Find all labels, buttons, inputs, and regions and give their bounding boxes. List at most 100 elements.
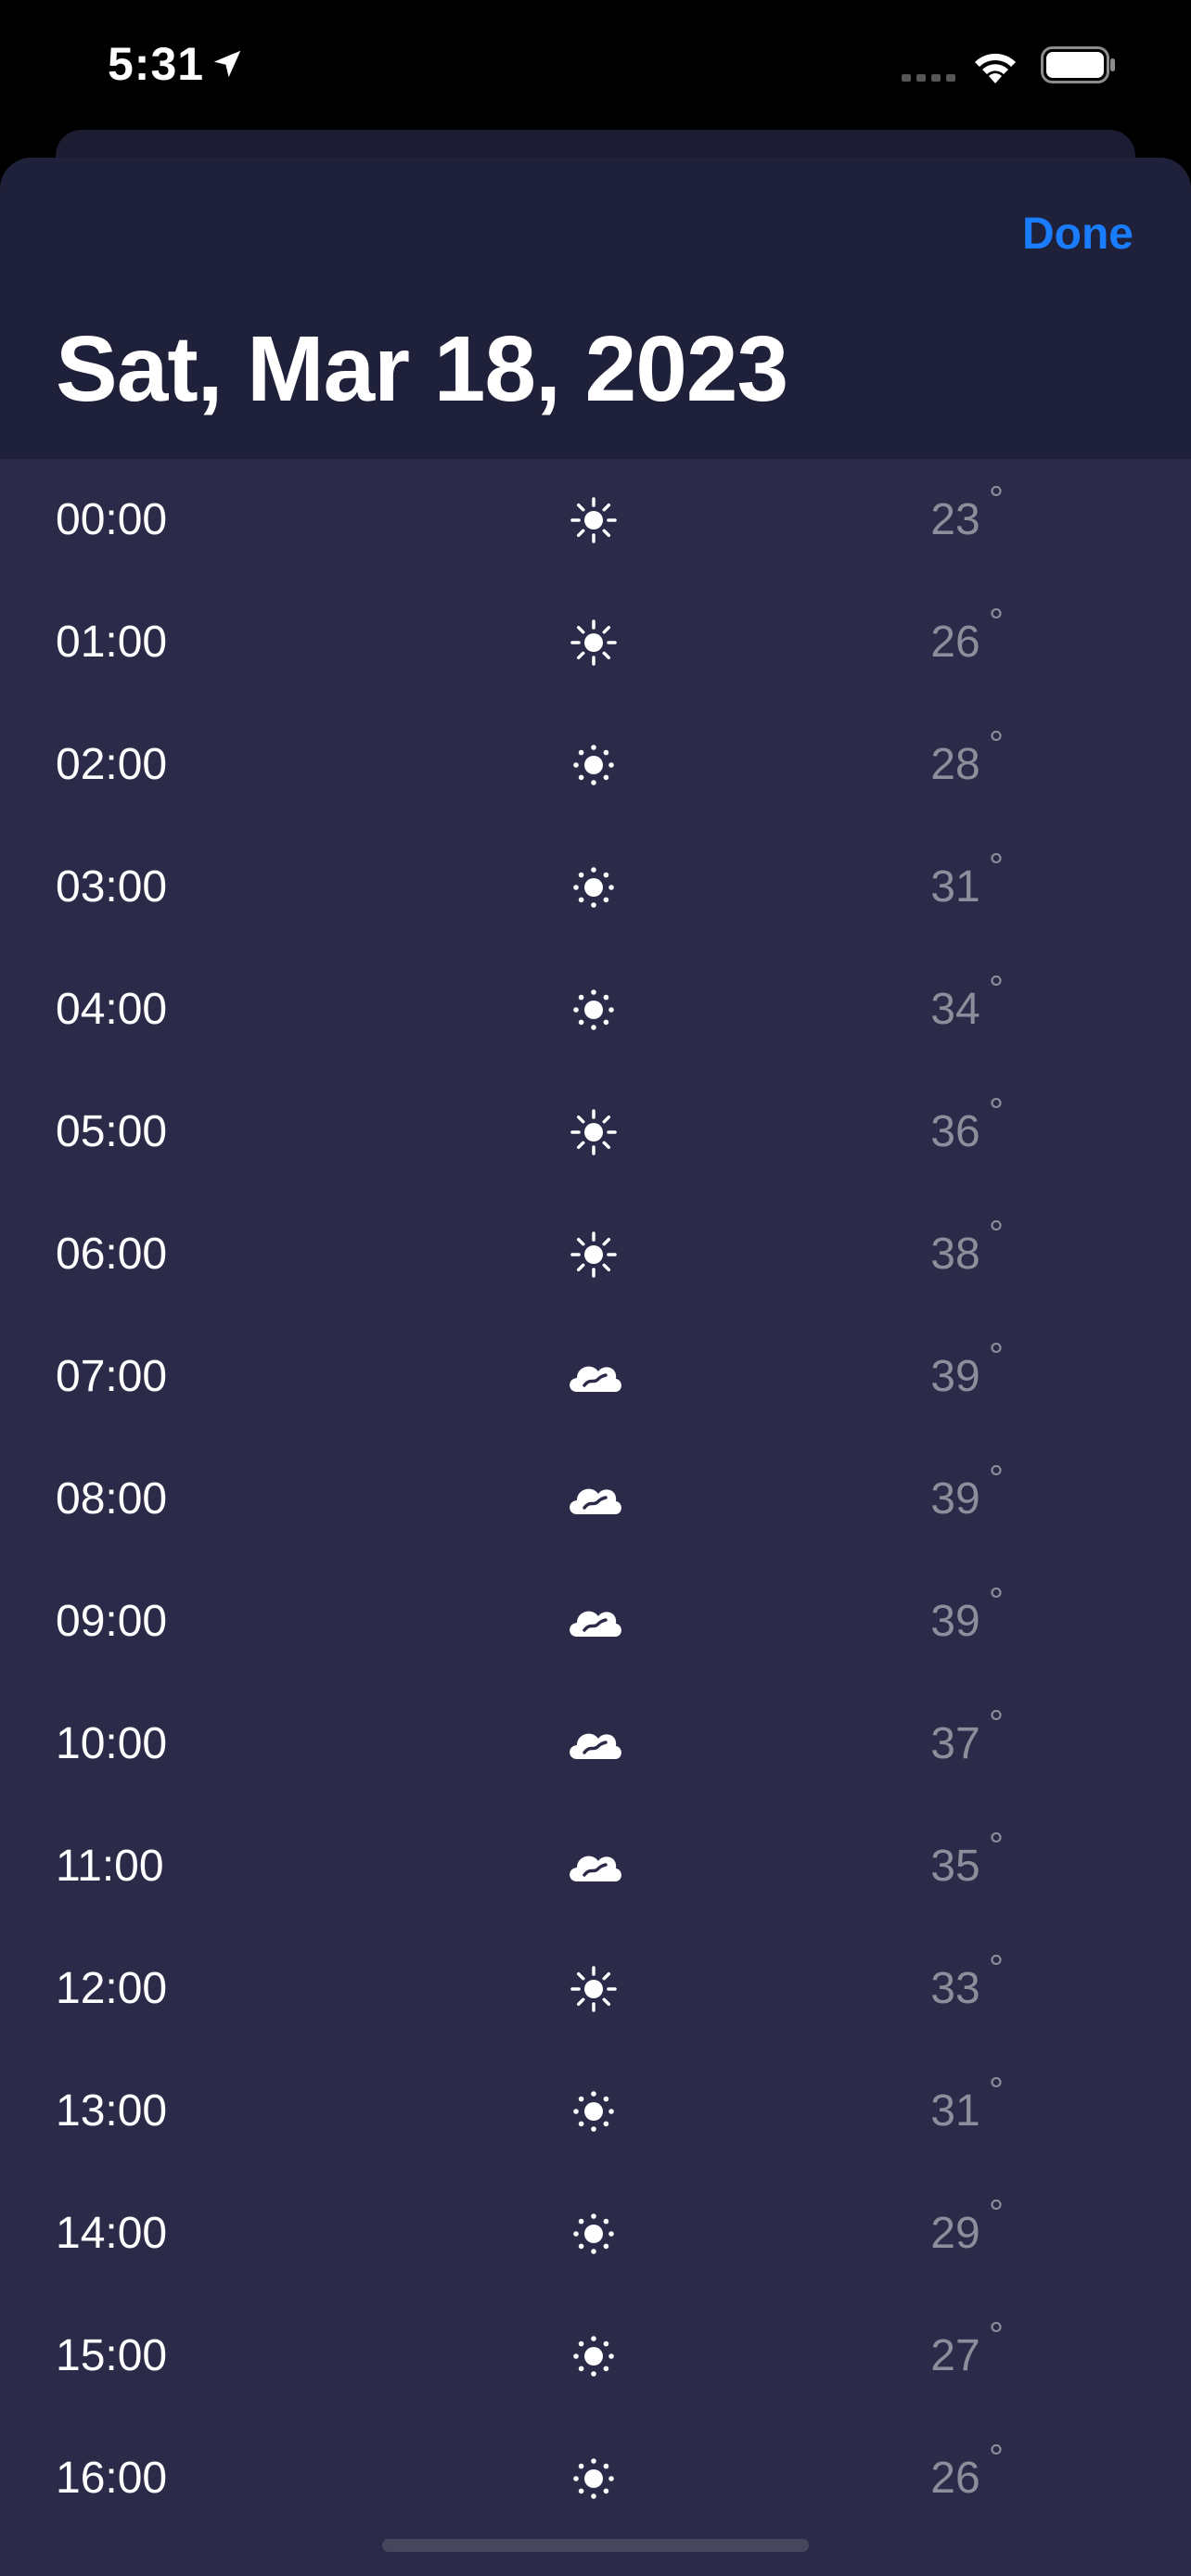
temperature-value: 35	[930, 1842, 980, 1891]
temperature-value: 31	[930, 2086, 980, 2136]
temperature-value: 23	[930, 495, 980, 544]
degree-symbol: °	[989, 1091, 1004, 1132]
hour-row: 16:00 26 °	[0, 2417, 1191, 2540]
hour-time: 09:00	[56, 1597, 168, 1646]
location-arrow-icon	[213, 50, 241, 78]
hour-row: 04:00 34 °	[0, 949, 1191, 1071]
temperature-value: 33	[930, 1964, 980, 2013]
temperature-value: 38	[930, 1230, 980, 1279]
degree-symbol: °	[989, 1581, 1004, 1622]
hour-row: 05:00 36 °	[0, 1071, 1191, 1193]
sun-dotted-icon	[573, 745, 614, 785]
temperature-value: 36	[930, 1107, 980, 1156]
battery-icon	[1041, 46, 1115, 83]
hourly-forecast-sheet: Done Sat, Mar 18, 2023 00:00 23 ° 01:00 26 ° 0…	[0, 158, 1191, 2576]
temperature-value: 39	[930, 1474, 980, 1524]
hour-row: 02:00 28 °	[0, 704, 1191, 826]
hour-temperature: 23 °	[890, 479, 1020, 544]
hour-temperature: 31 °	[890, 2071, 1020, 2136]
hour-time: 02:00	[56, 740, 168, 789]
hour-time: 15:00	[56, 2331, 168, 2380]
sun-icon	[570, 497, 617, 543]
sun-dotted-icon	[573, 2458, 614, 2499]
degree-symbol: °	[989, 602, 1004, 643]
degree-symbol: °	[989, 2438, 1004, 2479]
done-button[interactable]: Done	[1022, 209, 1133, 260]
hour-time: 12:00	[56, 1964, 168, 2013]
hour-time: 05:00	[56, 1107, 168, 1156]
degree-symbol: °	[989, 1826, 1004, 1867]
hour-temperature: 28 °	[890, 724, 1020, 789]
hour-row: 01:00 26 °	[0, 581, 1191, 704]
hour-time: 16:00	[56, 2454, 168, 2503]
hour-time: 08:00	[56, 1474, 168, 1524]
hour-temperature: 26 °	[890, 2438, 1020, 2503]
sun-dotted-icon	[573, 2091, 614, 2132]
home-indicator[interactable]	[382, 2539, 809, 2552]
hour-temperature: 29 °	[890, 2193, 1020, 2258]
sun-icon	[570, 1109, 617, 1155]
degree-symbol: °	[989, 1336, 1004, 1377]
hour-time: 00:00	[56, 495, 168, 544]
sun-icon	[570, 1231, 617, 1278]
status-time: 5:31	[108, 38, 205, 90]
degree-symbol: °	[989, 1459, 1004, 1499]
temperature-value: 28	[930, 740, 980, 789]
hour-temperature: 35 °	[890, 1826, 1020, 1891]
degree-symbol: °	[989, 969, 1004, 1010]
hour-time: 07:00	[56, 1352, 168, 1401]
temperature-value: 27	[930, 2331, 980, 2380]
hourly-list[interactable]: 00:00 23 ° 01:00 26 ° 02:00 28 ° 03:00 31 ° 04:00 34 °…	[0, 459, 1191, 2540]
hour-row: 10:00 37 °	[0, 1683, 1191, 1805]
cloud-wind-icon	[570, 1366, 621, 1392]
cloud-wind-icon	[570, 1733, 621, 1759]
sun-dotted-icon	[573, 2213, 614, 2254]
degree-symbol: °	[989, 1948, 1004, 1989]
sun-dotted-icon	[573, 2336, 614, 2377]
hour-row: 12:00 33 °	[0, 1928, 1191, 2050]
cloud-wind-icon	[570, 1488, 621, 1514]
hour-time: 06:00	[56, 1230, 168, 1279]
hour-temperature: 39 °	[890, 1459, 1020, 1524]
page-title: Sat, Mar 18, 2023	[56, 317, 788, 421]
hour-temperature: 39 °	[890, 1336, 1020, 1401]
hour-time: 11:00	[56, 1842, 164, 1891]
cellular-signal-icon	[902, 74, 955, 82]
hour-temperature: 31 °	[890, 847, 1020, 912]
degree-symbol: °	[989, 847, 1004, 887]
hour-row: 14:00 29 °	[0, 2173, 1191, 2295]
degree-symbol: °	[989, 724, 1004, 765]
hour-temperature: 39 °	[890, 1581, 1020, 1646]
degree-symbol: °	[989, 1214, 1004, 1255]
degree-symbol: °	[989, 2193, 1004, 2234]
temperature-value: 39	[930, 1352, 980, 1401]
hour-row: 03:00 31 °	[0, 826, 1191, 949]
temperature-value: 39	[930, 1597, 980, 1646]
hour-temperature: 27 °	[890, 2315, 1020, 2380]
temperature-value: 34	[930, 985, 980, 1034]
hour-temperature: 37 °	[890, 1703, 1020, 1768]
hour-row: 15:00 27 °	[0, 2295, 1191, 2417]
hour-time: 01:00	[56, 618, 168, 667]
hour-time: 14:00	[56, 2209, 168, 2258]
hour-temperature: 34 °	[890, 969, 1020, 1034]
sheet-header: Done Sat, Mar 18, 2023	[0, 158, 1191, 459]
temperature-value: 26	[930, 2454, 980, 2503]
hour-row: 00:00 23 °	[0, 459, 1191, 581]
temperature-value: 31	[930, 862, 980, 912]
sun-icon	[570, 1966, 617, 2012]
hour-row: 11:00 35 °	[0, 1805, 1191, 1928]
hour-row: 13:00 31 °	[0, 2050, 1191, 2173]
degree-symbol: °	[989, 2315, 1004, 2356]
hour-temperature: 33 °	[890, 1948, 1020, 2013]
sun-icon	[570, 619, 617, 666]
hour-row: 08:00 39 °	[0, 1438, 1191, 1561]
cloud-wind-icon	[570, 1855, 621, 1881]
temperature-value: 26	[930, 618, 980, 667]
hour-time: 04:00	[56, 985, 168, 1034]
hour-time: 03:00	[56, 862, 168, 912]
hour-row: 06:00 38 °	[0, 1193, 1191, 1316]
hour-temperature: 38 °	[890, 1214, 1020, 1279]
cloud-wind-icon	[570, 1611, 621, 1637]
hour-time: 10:00	[56, 1719, 168, 1768]
